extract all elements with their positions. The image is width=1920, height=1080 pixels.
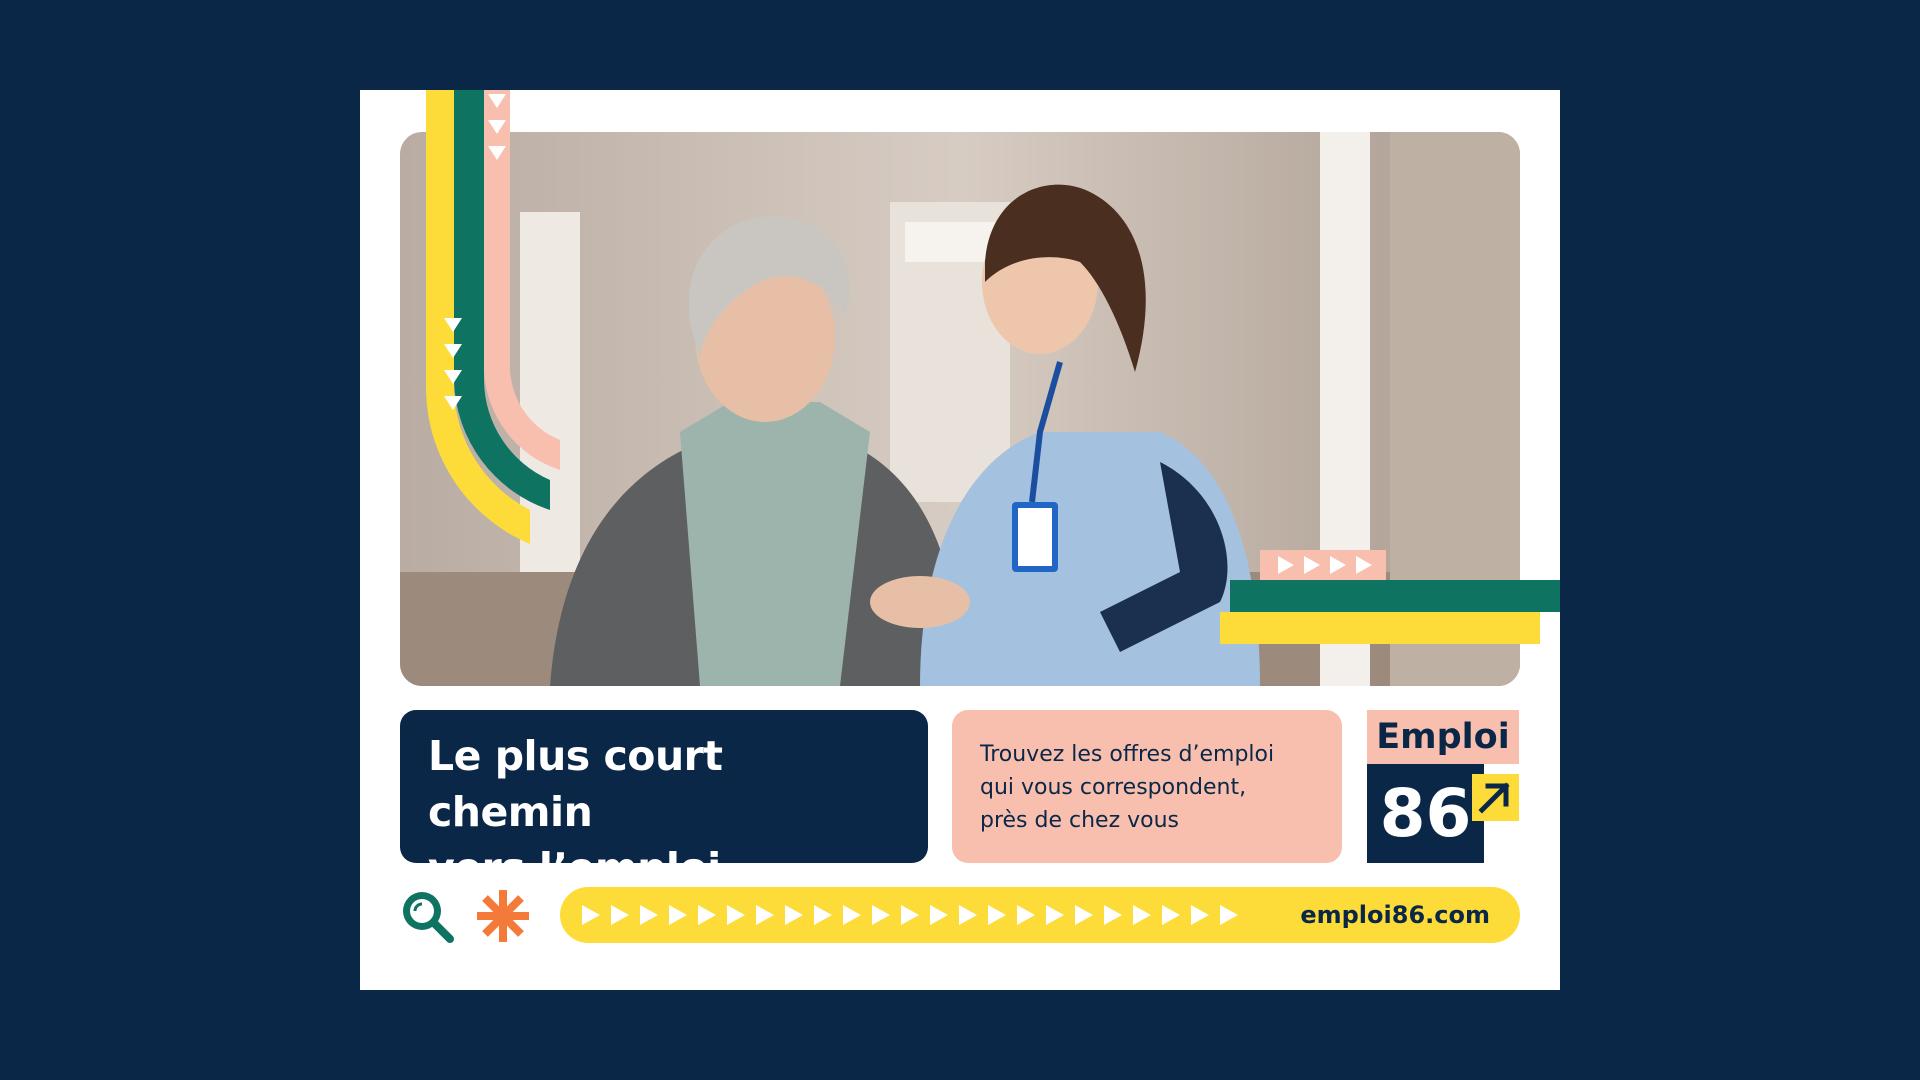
asterisk-icon <box>474 887 532 945</box>
headline-line-1: Le plus court chemin <box>428 732 723 836</box>
tagline-line-2: qui vous correspondent, <box>980 775 1247 800</box>
tagline-box: Trouvez les offres d’emploi qui vous cor… <box>952 710 1342 863</box>
logo-number: 86 <box>1367 764 1484 863</box>
logo-word: Emploi <box>1367 710 1519 764</box>
tagline-line-1: Trouvez les offres d’emploi <box>980 742 1275 767</box>
arrow-up-right-icon <box>1472 774 1519 821</box>
website-url[interactable]: emploi86.com <box>1300 887 1490 943</box>
search-icon[interactable] <box>398 887 456 945</box>
caregiver-photo <box>400 132 1520 686</box>
headline-box: Le plus court chemin vers l’emploi <box>400 710 928 892</box>
triangle-arrow-icon <box>582 905 1238 925</box>
job-poster-card: Le plus court chemin vers l’emploi Trouv… <box>360 90 1560 990</box>
website-link-bar[interactable]: emploi86.com <box>560 887 1520 943</box>
tagline-line-3: près de chez vous <box>980 808 1180 833</box>
